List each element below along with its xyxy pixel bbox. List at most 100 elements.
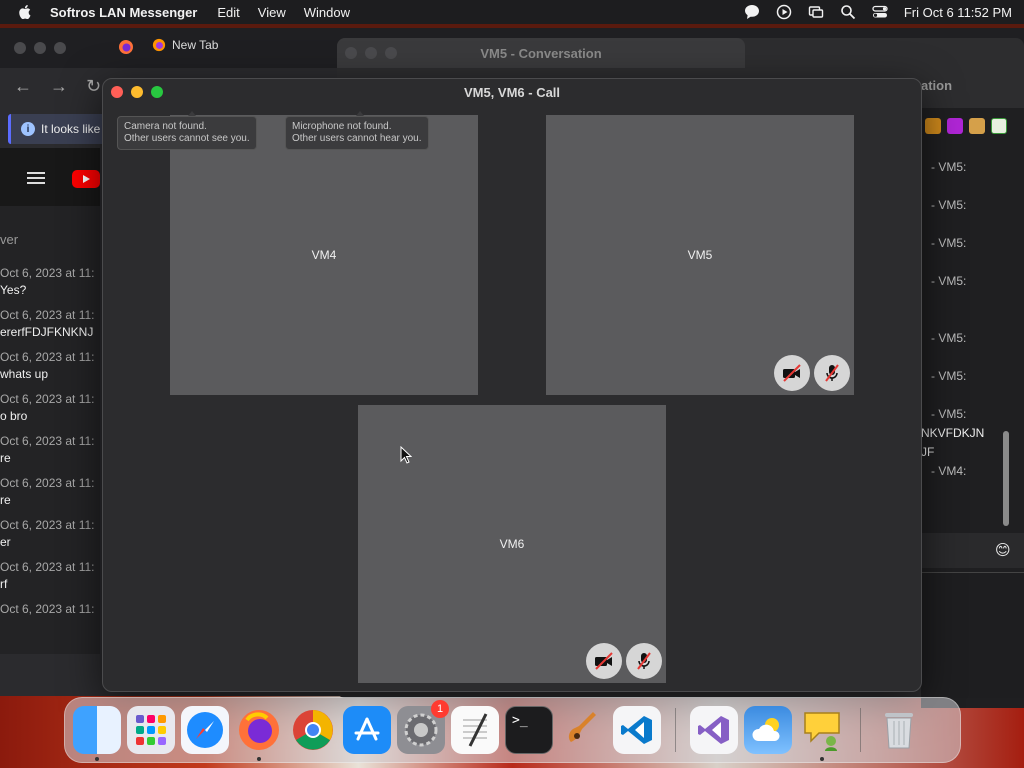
menu-view[interactable]: View [258,5,286,20]
camera-not-found-notice: Camera not found. Other users cannot see… [117,111,257,150]
message-input[interactable] [921,572,1024,698]
conversation-title: VM5 - Conversation [480,45,602,61]
notice-line: Other users cannot hear you. [292,133,422,144]
microphone-off-icon [626,643,662,679]
menu-edit[interactable]: Edit [217,5,239,20]
close-button[interactable] [111,86,123,98]
softros-messenger-icon[interactable] [798,706,846,761]
log-line: - VM5: [931,331,967,345]
weather-icon[interactable] [744,706,792,754]
dock: 1 >_ [64,697,961,763]
list-item: Oct 6, 2023 at 11: Yes? [0,266,95,297]
chat-bubble-icon[interactable] [744,4,760,20]
log-line: JF [921,445,935,459]
firefox-tab-icon [119,40,133,54]
search-icon[interactable] [840,4,856,20]
hamburger-menu-icon[interactable] [27,172,45,184]
log-scrollbar[interactable] [1003,431,1009,526]
menu-window[interactable]: Window [304,5,350,20]
info-icon: i [21,122,35,136]
conversation-title-partial: ation [921,78,953,93]
list-item: Oct 6, 2023 at 11: re [0,476,95,507]
running-indicator [257,757,261,761]
list-item: Oct 6, 2023 at 11: o bro [0,392,95,423]
reload-icon[interactable]: ↻ [86,76,101,97]
conversation-toolbar [925,118,1007,134]
notification-badge: 1 [431,700,449,718]
list-item: Oct 6, 2023 at 11: er [0,518,95,549]
control-center-icon[interactable] [872,4,888,20]
list-item: Oct 6, 2023 at 11: re [0,434,95,465]
app-name-menu[interactable]: Softros LAN Messenger [50,5,197,20]
participant-name: VM5 [687,248,713,262]
garageband-icon[interactable] [559,706,607,754]
apple-icon[interactable] [18,5,32,19]
microphone-off-icon [814,355,850,391]
log-line: - VM5: [931,236,967,250]
finder-icon[interactable] [73,706,121,761]
vscode-icon[interactable] [613,706,661,754]
screen-mirroring-icon[interactable] [808,4,824,20]
notice-line: Microphone not found. [292,121,392,132]
tab-new-tab[interactable]: New Tab [152,38,218,52]
chat-history-panel: ver Oct 6, 2023 at 11: Yes? Oct 6, 2023 a… [0,206,100,654]
send-file-icon[interactable] [991,118,1007,134]
close-button[interactable] [14,42,26,54]
list-item: Oct 6, 2023 at 11: ererfFDJFKNKNJ [0,308,95,339]
log-line: - VM5: [931,198,967,212]
participant-name: VM6 [499,537,525,551]
system-settings-icon[interactable]: 1 [397,700,449,754]
textedit-icon[interactable] [451,706,499,754]
participant-tile-vm4: VM4 [170,115,478,395]
notice-line: Other users cannot see you. [124,133,250,144]
notice-line: Camera not found. [124,121,207,132]
message-log: - VM5: - VM5: - VM5: - VM5: - VM5: - VM5… [921,148,1006,528]
participant-tile-vm5: VM5 [546,115,854,395]
settings-gear-icon[interactable] [925,118,941,134]
chrome-icon[interactable] [289,706,337,754]
chat-history-header: ver [0,232,19,247]
play-circle-icon[interactable] [776,4,792,20]
zoom-button[interactable] [151,86,163,98]
forward-arrow-icon[interactable]: → [50,76,68,97]
camera-off-icon [774,355,810,391]
log-line: - VM5: [931,407,967,421]
video-call-icon[interactable] [947,118,963,134]
emoji-picker-button[interactable]: 😊 [995,541,1011,559]
participant-status-icons [774,355,850,391]
dock-separator [675,708,676,752]
call-window: VM5, VM6 - Call VM4 VM5 VM6 Camera not f… [102,78,922,692]
menu-bar: Softros LAN Messenger Edit View Window F… [0,0,1024,24]
info-banner-text: It looks like [41,122,101,136]
visual-studio-icon[interactable] [690,706,738,754]
log-line: - VM5: [931,160,967,174]
log-line: NKVFDKJN [921,426,985,440]
list-item: Oct 6, 2023 at 11: whats up [0,350,95,381]
conversation-titlebar: VM5 - Conversation [337,38,745,68]
menubar-clock[interactable]: Fri Oct 6 11:52 PM [904,5,1012,20]
call-window-title: VM5, VM6 - Call [463,84,561,100]
dock-separator [860,708,861,752]
running-indicator [820,757,824,761]
emoji-bar: 😊 [921,533,1024,568]
log-line: - VM5: [931,274,967,288]
log-line: - VM5: [931,369,967,383]
firefox-icon [152,38,166,52]
add-users-icon[interactable] [969,118,985,134]
back-arrow-icon[interactable]: ← [14,76,32,97]
microphone-not-found-notice: Microphone not found. Other users cannot… [285,111,429,150]
list-item: Oct 6, 2023 at 11: rf [0,560,95,591]
minimize-button[interactable] [131,86,143,98]
participant-status-icons [586,643,662,679]
youtube-logo-icon[interactable] [72,170,100,188]
safari-icon[interactable] [181,706,229,754]
minimize-button[interactable] [34,42,46,54]
terminal-icon[interactable]: >_ [505,706,553,754]
tab-label: New Tab [172,38,219,52]
firefox-icon[interactable] [235,706,283,761]
list-item: Oct 6, 2023 at 11: [0,602,95,616]
launchpad-icon[interactable] [127,706,175,754]
app-store-icon[interactable] [343,706,391,754]
trash-icon[interactable] [875,706,923,754]
zoom-button[interactable] [54,42,66,54]
